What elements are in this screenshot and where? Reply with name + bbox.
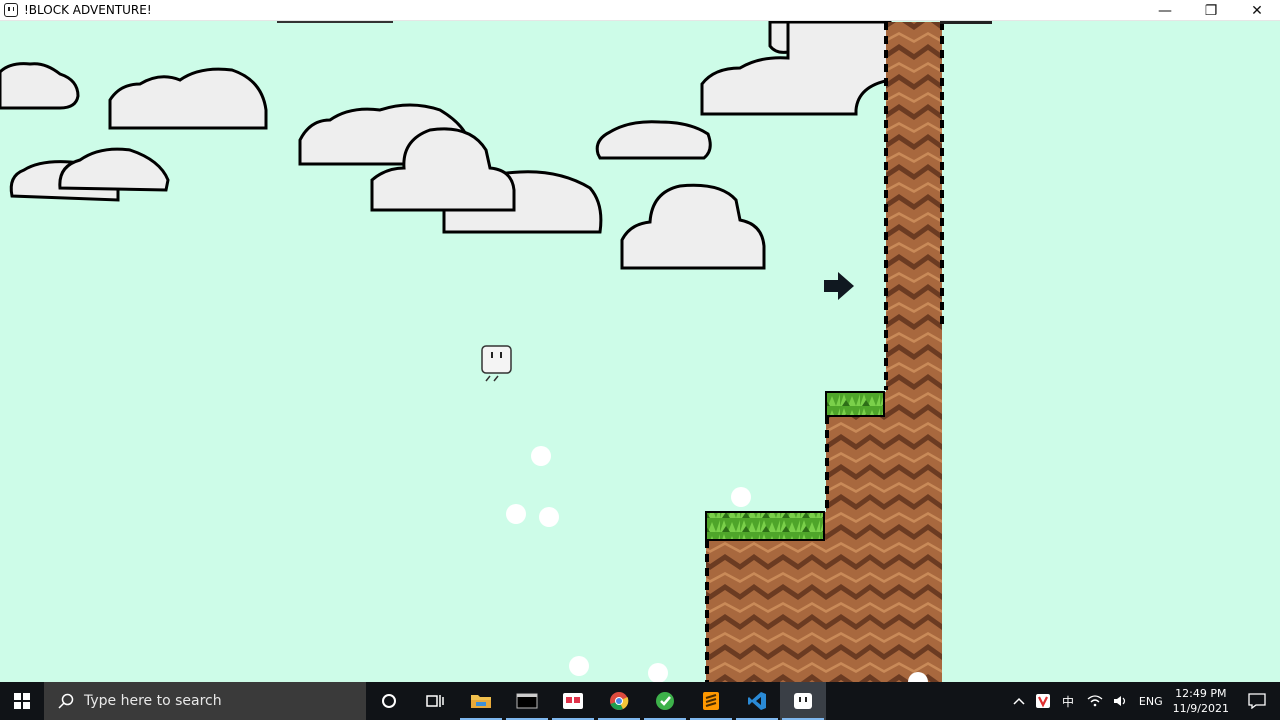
dirt-step-upper [825, 391, 888, 682]
taskbar-search[interactable]: Type here to search [44, 682, 366, 720]
window-title: !BLOCK ADVENTURE! [24, 3, 152, 17]
clock[interactable]: 12:49 PM 11/9/2021 [1168, 682, 1234, 720]
taskbar: Type here to search 中 ENG 12:49 PM 11/9/… [0, 682, 1280, 720]
dirt-step-lower [705, 511, 828, 682]
wifi-icon [1087, 695, 1103, 707]
cloud [595, 120, 712, 160]
notification-icon [1248, 693, 1266, 709]
cloud [700, 21, 892, 116]
svg-text:中: 中 [1062, 694, 1074, 709]
cortana-button[interactable] [366, 682, 412, 720]
git-app-icon [656, 692, 674, 710]
volume-button[interactable] [1108, 682, 1134, 720]
clock-time: 12:49 PM [1175, 687, 1227, 700]
window-title-bar: !BLOCK ADVENTURE! — ❐ ✕ [0, 0, 1280, 21]
sublime-text-button[interactable] [688, 682, 734, 720]
terminal-icon [516, 693, 538, 709]
close-button[interactable]: ✕ [1234, 0, 1280, 21]
task-view-button[interactable] [412, 682, 458, 720]
direction-arrow [824, 272, 854, 300]
cloud [0, 62, 80, 110]
chrome-icon [610, 692, 629, 710]
sublime-text-icon [703, 692, 719, 710]
task-view-icon [426, 695, 444, 707]
notifications-button[interactable] [1234, 682, 1280, 720]
photos-button[interactable] [550, 682, 596, 720]
cloud [620, 183, 766, 270]
ime-button[interactable]: 中 [1056, 682, 1082, 720]
app-icon [4, 3, 18, 17]
show-hidden-icons-button[interactable] [1008, 682, 1030, 720]
clock-date: 11/9/2021 [1172, 702, 1229, 715]
vs-code-icon [748, 692, 766, 710]
cortana-icon [382, 694, 396, 708]
speaker-icon [1113, 696, 1125, 706]
file-explorer-button[interactable] [458, 682, 504, 720]
minimize-button[interactable]: — [1142, 0, 1188, 21]
ime-icon: 中 [1062, 694, 1074, 709]
block-adventure-button[interactable] [780, 682, 826, 720]
vs-code-button[interactable] [734, 682, 780, 720]
cloud [108, 67, 268, 130]
folder-icon [471, 695, 491, 708]
vivaldi-icon [1035, 694, 1050, 708]
cloud [9, 147, 170, 202]
chrome-button[interactable] [596, 682, 642, 720]
search-placeholder: Type here to search [84, 693, 222, 709]
git-app-button[interactable] [642, 682, 688, 720]
network-button[interactable] [1082, 682, 1108, 720]
chevron-up-icon [1013, 697, 1025, 705]
start-button[interactable] [0, 682, 44, 720]
language-indicator[interactable]: ENG [1134, 682, 1168, 720]
system-tray: 中 ENG 12:49 PM 11/9/2021 [1008, 682, 1280, 720]
dirt-pillar [884, 21, 992, 682]
terminal-button[interactable] [504, 682, 550, 720]
windows-icon [14, 693, 30, 709]
search-icon [58, 693, 74, 709]
photos-icon [563, 693, 583, 709]
restore-button[interactable]: ❐ [1188, 0, 1234, 21]
vivaldi-tray-button[interactable] [1030, 682, 1056, 720]
player-block [481, 345, 512, 382]
game-canvas[interactable] [0, 21, 1280, 682]
block-adventure-icon [794, 693, 812, 709]
